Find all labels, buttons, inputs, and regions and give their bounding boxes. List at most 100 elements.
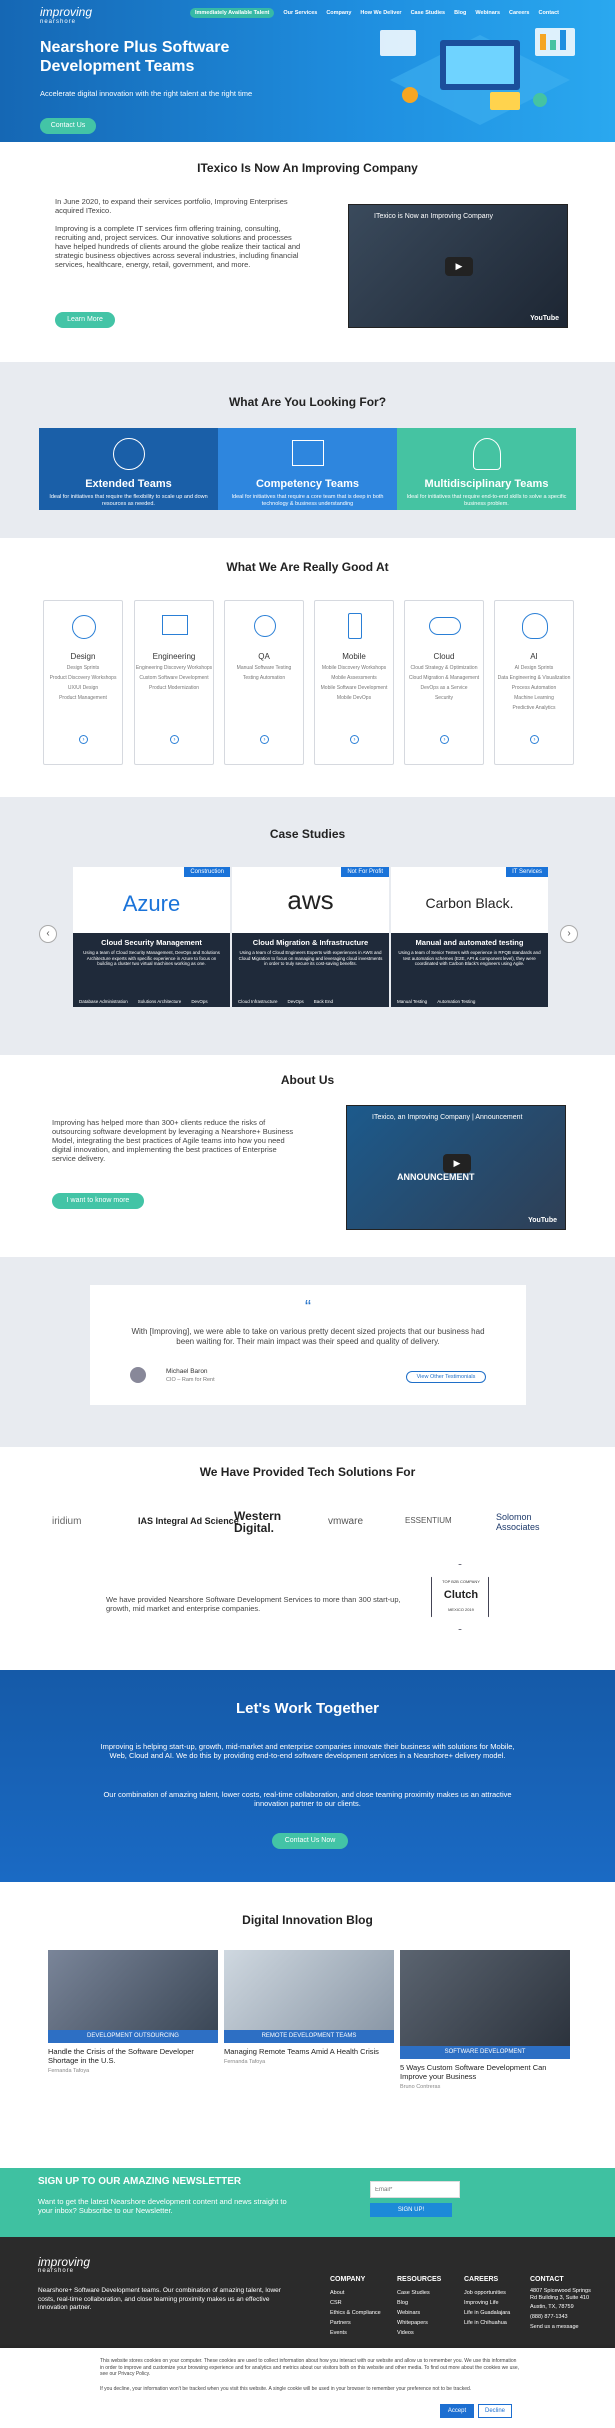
arrow-right-icon[interactable]: › bbox=[530, 735, 539, 744]
footer-phone[interactable]: (888) 877-1343 bbox=[530, 2312, 595, 2322]
multidisciplinary-teams-card[interactable]: Multidisciplinary Teams Ideal for initia… bbox=[397, 428, 576, 510]
footer-link[interactable]: Webinars bbox=[397, 2308, 441, 2318]
arrow-right-icon[interactable]: › bbox=[350, 735, 359, 744]
card-item: Mobile DevOps bbox=[336, 695, 372, 701]
good-at-heading: What We Are Really Good At bbox=[226, 560, 389, 574]
blog-title[interactable]: 5 Ways Custom Software Development Can I… bbox=[400, 2063, 570, 2081]
footer-link[interactable]: Life in Chihuahua bbox=[464, 2318, 522, 2328]
card-item: Machine Learning bbox=[514, 695, 554, 701]
footer-link[interactable]: About bbox=[330, 2288, 381, 2298]
competency-teams-card[interactable]: Competency Teams Ideal for initiatives t… bbox=[218, 428, 397, 510]
nav-link-webinars[interactable]: Webinars bbox=[475, 10, 500, 18]
ai-card[interactable]: AI AI Design Sprints Data Engineering & … bbox=[494, 600, 574, 765]
footer-link[interactable]: Improving Life bbox=[464, 2298, 522, 2308]
engineering-card[interactable]: Engineering Engineering Discovery Worksh… bbox=[134, 600, 214, 765]
nav-link-how-we-deliver[interactable]: How We Deliver bbox=[360, 10, 401, 18]
cloud-icon bbox=[429, 617, 461, 635]
aws-logo: aws bbox=[287, 885, 334, 915]
blog-card[interactable]: SOFTWARE DEVELOPMENT 5 Ways Custom Softw… bbox=[400, 1950, 570, 2090]
card-item: DevOps as a Service bbox=[420, 685, 468, 691]
footer-link[interactable]: Job opportunities bbox=[464, 2288, 522, 2298]
view-testimonials-button[interactable]: View Other Testimonials bbox=[406, 1371, 486, 1383]
nav-link-company[interactable]: Company bbox=[326, 10, 351, 18]
card-item: Security bbox=[434, 695, 454, 701]
team-icon bbox=[473, 438, 501, 470]
footer-col-title: COMPANY bbox=[330, 2276, 366, 2283]
carousel-next-button[interactable]: › bbox=[560, 925, 578, 943]
footer-link[interactable]: Blog bbox=[397, 2298, 441, 2308]
footer-logo[interactable]: improving bbox=[38, 2255, 90, 2269]
nav-link-available-talent[interactable]: Immediately Available Talent bbox=[190, 8, 275, 18]
quote-icon: “ bbox=[305, 1297, 311, 1317]
learn-more-button[interactable]: Learn More bbox=[55, 312, 115, 328]
card-desc: Ideal for initiatives that require a cor… bbox=[231, 494, 384, 507]
nav-link-careers[interactable]: Careers bbox=[509, 10, 530, 18]
carousel-prev-button[interactable]: ‹ bbox=[39, 925, 57, 943]
sign-up-button[interactable]: SIGN UP! bbox=[370, 2203, 452, 2217]
newsletter-text: Want to get the latest Nearshore develop… bbox=[38, 2197, 287, 2215]
footer-link[interactable]: Ethics & Compliance bbox=[330, 2308, 381, 2318]
card-item: Product Discovery Workshops bbox=[49, 675, 117, 681]
footer-link[interactable]: Whitepapers bbox=[397, 2318, 441, 2328]
play-icon[interactable]: ▶ bbox=[445, 257, 473, 276]
card-title: QA bbox=[258, 652, 270, 661]
footer-link[interactable]: Life in Guadalajara bbox=[464, 2308, 522, 2318]
footer-link[interactable]: Videos bbox=[397, 2328, 441, 2338]
network-icon bbox=[113, 438, 145, 470]
itexico-video[interactable]: ITexico is Now an Improving Company ▶ Yo… bbox=[348, 204, 568, 328]
blog-title[interactable]: Handle the Crisis of the Software Develo… bbox=[48, 2047, 218, 2065]
case-title: Cloud Migration & Infrastructure bbox=[252, 938, 369, 947]
nav-link-contact[interactable]: Contact bbox=[539, 10, 559, 18]
about-video[interactable]: ITexico, an Improving Company | Announce… bbox=[346, 1105, 566, 1230]
case-desc: Using a team of Senior Testers with expe… bbox=[398, 950, 541, 966]
case-tag-item: Automation Testing bbox=[437, 999, 476, 1004]
footer-description: Nearshore+ Software Development teams. O… bbox=[38, 2287, 281, 2311]
case-study-card-azure[interactable]: Construction Azure Cloud Security Manage… bbox=[73, 867, 230, 1007]
play-icon[interactable]: ▶ bbox=[443, 1154, 471, 1173]
footer-link[interactable]: CSR bbox=[330, 2298, 381, 2308]
arrow-right-icon[interactable]: › bbox=[440, 735, 449, 744]
clients-heading: We Have Provided Tech Solutions For bbox=[199, 1465, 416, 1479]
site-logo[interactable]: improving nearshore bbox=[40, 6, 92, 27]
cookie-text-secondary: If you decline, your information won't b… bbox=[100, 2386, 472, 2392]
card-item: Mobile Discovery Workshops bbox=[321, 665, 387, 671]
testimonial-role: CIO – Ram for Rent bbox=[166, 1377, 215, 1383]
card-title: Design bbox=[70, 652, 96, 661]
nav-link-case-studies[interactable]: Case Studies bbox=[411, 10, 446, 18]
cookie-decline-button[interactable]: Decline bbox=[478, 2404, 512, 2418]
mobile-card[interactable]: Mobile Mobile Discovery Workshops Mobile… bbox=[314, 600, 394, 765]
vmware-logo: vmware bbox=[328, 1516, 364, 1527]
blog-card[interactable]: DEVELOPMENT OUTSOURCING Handle the Crisi… bbox=[48, 1950, 218, 2074]
cloud-card[interactable]: Cloud Cloud Strategy & Optimization Clou… bbox=[404, 600, 484, 765]
footer-link[interactable]: Events bbox=[330, 2328, 381, 2338]
footer-link[interactable]: Case Studies bbox=[397, 2288, 441, 2298]
contact-us-button[interactable]: Contact Us bbox=[40, 118, 96, 134]
footer-address: 4807 Spicewood Springs Rd Building 3, Su… bbox=[530, 2288, 591, 2301]
blog-tag[interactable]: DEVELOPMENT OUTSOURCING bbox=[48, 2030, 218, 2043]
footer-message-link[interactable]: Send us a message bbox=[530, 2322, 595, 2332]
arrow-right-icon[interactable]: › bbox=[79, 735, 88, 744]
blog-title[interactable]: Managing Remote Teams Amid A Health Cris… bbox=[224, 2047, 394, 2056]
qa-card[interactable]: QA Manual Software Testing Testing Autom… bbox=[224, 600, 304, 765]
nav-link-services[interactable]: Our Services bbox=[283, 10, 317, 18]
blog-tag[interactable]: SOFTWARE DEVELOPMENT bbox=[400, 2046, 570, 2059]
design-card[interactable]: Design Design Sprints Product Discovery … bbox=[43, 600, 123, 765]
case-study-card-aws[interactable]: Not For Profit aws Cloud Migration & Inf… bbox=[232, 867, 389, 1007]
extended-teams-card[interactable]: Extended Teams Ideal for initiatives tha… bbox=[39, 428, 218, 510]
cookie-accept-button[interactable]: Accept bbox=[440, 2404, 474, 2418]
blog-tag[interactable]: REMOTE DEVELOPMENT TEAMS bbox=[224, 2030, 394, 2043]
blog-author: Fernanda Tafoya bbox=[48, 2068, 90, 2074]
blog-card[interactable]: REMOTE DEVELOPMENT TEAMS Managing Remote… bbox=[224, 1950, 394, 2065]
blog-image bbox=[400, 1950, 570, 2046]
arrow-right-icon[interactable]: › bbox=[260, 735, 269, 744]
case-study-card-carbon-black[interactable]: IT Services Carbon Black. Manual and aut… bbox=[391, 867, 548, 1007]
contact-us-now-button[interactable]: Contact Us Now bbox=[272, 1833, 348, 1849]
arrow-right-icon[interactable]: › bbox=[170, 735, 179, 744]
know-more-button[interactable]: I want to know more bbox=[52, 1193, 144, 1209]
blog-heading: Digital Innovation Blog bbox=[242, 1913, 373, 1927]
nav-link-blog[interactable]: Blog bbox=[454, 10, 466, 18]
footer-link[interactable]: Partners bbox=[330, 2318, 381, 2328]
footer-col-contact: CONTACT 4807 Spicewood Springs Rd Buildi… bbox=[530, 2275, 595, 2332]
badge-top: TOP B2B COMPANY bbox=[442, 1579, 480, 1584]
newsletter-email-input[interactable] bbox=[370, 2181, 460, 2198]
